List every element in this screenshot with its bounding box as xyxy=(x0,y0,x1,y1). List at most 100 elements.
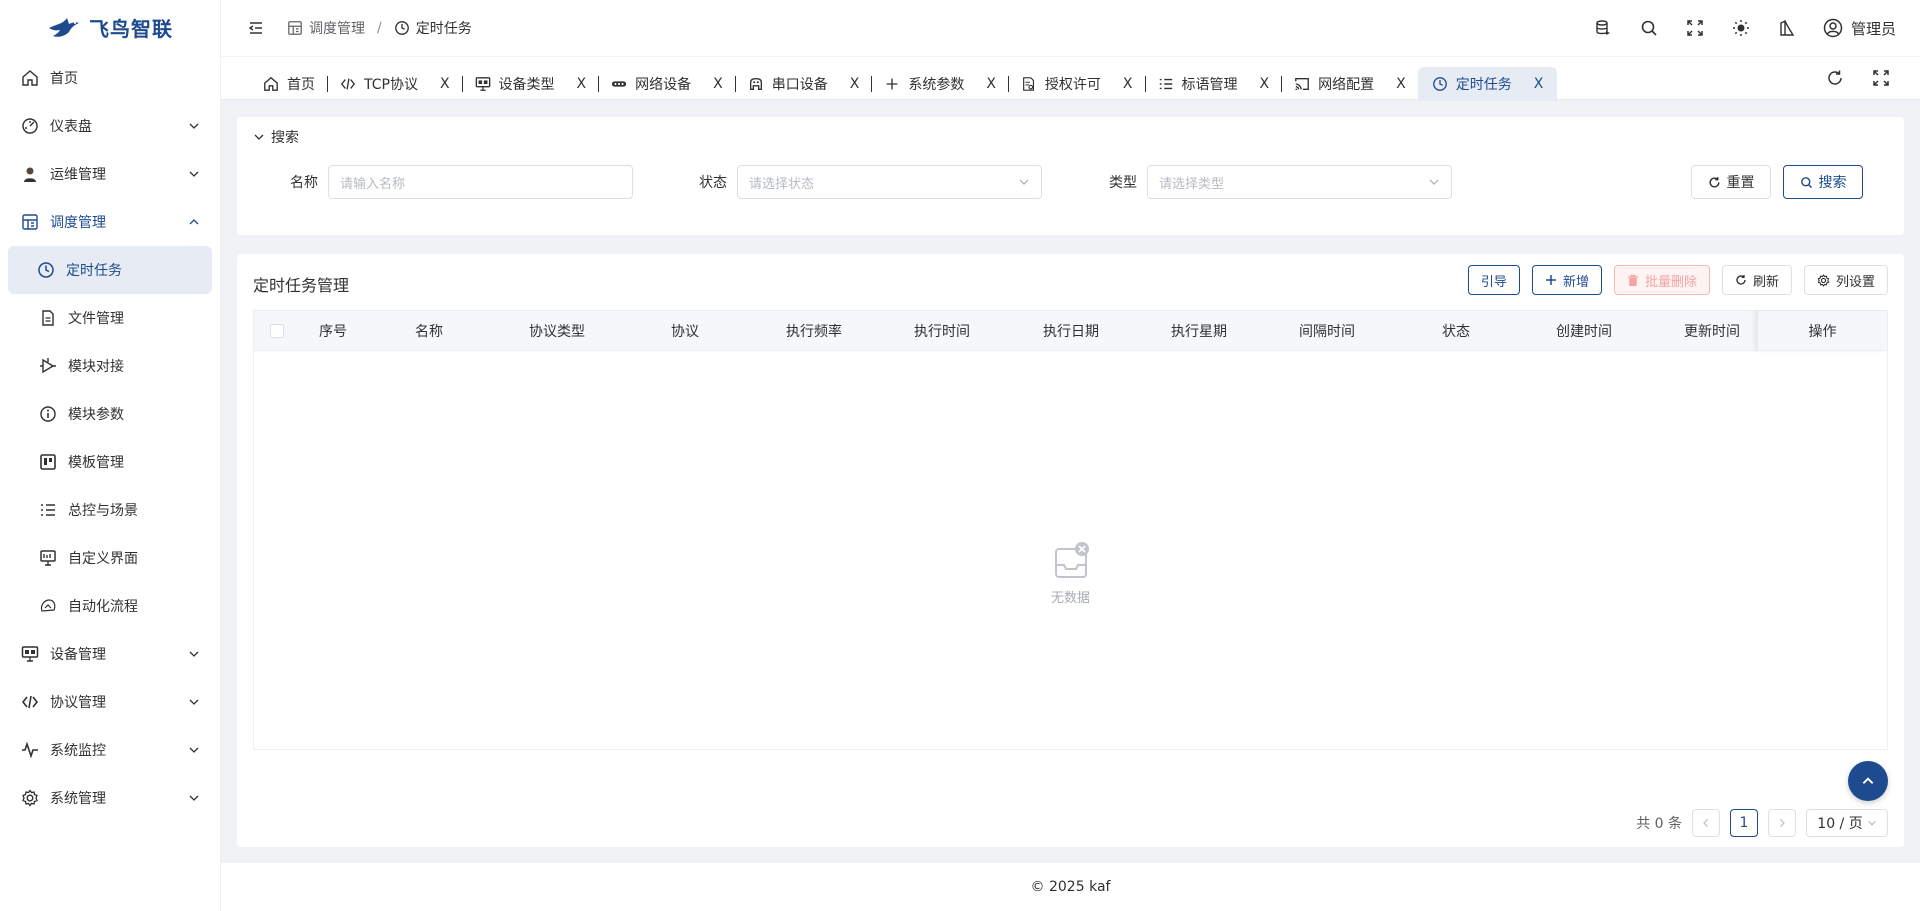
column-header[interactable]: 执行日期 xyxy=(1043,311,1099,351)
page-size-value: 10 / 页 xyxy=(1817,816,1863,832)
sidebar-item-label: 协议管理 xyxy=(50,695,106,711)
column-header[interactable]: 名称 xyxy=(415,311,443,351)
tab-license[interactable]: 授权许可 X xyxy=(1009,67,1145,101)
chevron-down-icon xyxy=(189,699,199,705)
type-select[interactable]: 请选择类型 xyxy=(1147,165,1452,199)
tab-device-type[interactable]: 设备类型 X xyxy=(463,67,599,101)
add-button[interactable]: 新增 xyxy=(1531,265,1602,295)
sidebar-item-scheduled-task[interactable]: 定时任务 xyxy=(8,246,212,294)
status-select[interactable]: 请选择状态 xyxy=(737,165,1042,199)
type-field: 类型 请选择类型 xyxy=(1109,165,1452,199)
page-number[interactable]: 1 xyxy=(1730,809,1758,837)
sidebar-item-module-params[interactable]: 模块参数 xyxy=(0,390,220,438)
sidebar-item-master-scene[interactable]: 总控与场景 xyxy=(0,486,220,534)
sidebar-item-monitor[interactable]: 系统监控 xyxy=(0,726,220,774)
sidebar-item-dashboard[interactable]: 仪表盘 xyxy=(0,102,220,150)
tab-label: 设备类型 xyxy=(498,77,555,93)
tab-home[interactable]: 首页 xyxy=(251,67,327,101)
tab-close-button[interactable]: X xyxy=(1260,76,1270,92)
sidebar-item-protocol[interactable]: 协议管理 xyxy=(0,678,220,726)
logo[interactable]: 飞鸟智联 xyxy=(0,0,220,54)
sidebar-item-device[interactable]: 设备管理 xyxy=(0,630,220,678)
tab-close-button[interactable]: X xyxy=(440,76,450,92)
column-header[interactable]: 协议 xyxy=(671,311,699,351)
select-all-checkbox[interactable] xyxy=(270,324,284,338)
tab-close-button[interactable]: X xyxy=(713,76,723,92)
sidebar-item-custom-ui[interactable]: 自定义界面 xyxy=(0,534,220,582)
tab-serial-device[interactable]: 串口设备 X xyxy=(736,67,872,101)
column-header[interactable]: 序号 xyxy=(319,311,347,351)
tab-scheduled-task[interactable]: 定时任务 X xyxy=(1417,67,1558,101)
sidebar-item-template[interactable]: 模板管理 xyxy=(0,438,220,486)
plus-icon xyxy=(1545,275,1556,285)
tab-label: 网络设备 xyxy=(635,77,692,93)
pulse-icon xyxy=(20,740,40,760)
column-header[interactable]: 执行星期 xyxy=(1171,311,1227,351)
maximize-icon[interactable] xyxy=(1872,69,1890,87)
sidebar-item-file[interactable]: 文件管理 xyxy=(0,294,220,342)
tabs-actions xyxy=(1826,69,1890,87)
collapse-menu-icon[interactable] xyxy=(247,19,265,37)
reset-button[interactable]: 重置 xyxy=(1691,165,1771,199)
page-size-select[interactable]: 10 / 页 xyxy=(1806,809,1888,837)
tab-network-config[interactable]: 网络配置 X xyxy=(1282,67,1418,101)
theme-icon[interactable] xyxy=(1777,18,1797,38)
tab-close-button[interactable]: X xyxy=(577,76,587,92)
name-input[interactable]: 请输入名称 xyxy=(328,165,633,199)
database-icon[interactable] xyxy=(1593,18,1613,38)
tab-system-params[interactable]: 系统参数 X xyxy=(872,67,1008,101)
sidebar-item-module-link[interactable]: 模块对接 xyxy=(0,342,220,390)
empty-box-icon xyxy=(1054,542,1089,578)
name-label: 名称 xyxy=(290,175,318,191)
task-table: 序号 名称 协议类型 协议 执行频率 执行时间 执行日期 执行星期 间隔时间 状… xyxy=(253,310,1888,750)
tab-close-button[interactable]: X xyxy=(986,76,996,92)
tab-close-button[interactable]: X xyxy=(1396,76,1406,92)
next-page-button[interactable] xyxy=(1768,809,1796,837)
column-settings-button[interactable]: 列设置 xyxy=(1803,265,1888,295)
guide-button[interactable]: 引导 xyxy=(1467,265,1520,295)
chevron-down-icon xyxy=(1429,179,1439,185)
column-header[interactable]: 执行频率 xyxy=(786,311,842,351)
tab-close-button[interactable]: X xyxy=(850,76,860,92)
refresh-icon[interactable] xyxy=(1826,69,1844,87)
batch-delete-button[interactable]: 批量删除 xyxy=(1613,265,1710,295)
device-icon xyxy=(475,76,491,92)
back-to-top-button[interactable] xyxy=(1848,761,1888,801)
sidebar-item-automation[interactable]: 自动化流程 xyxy=(0,582,220,630)
column-header[interactable]: 执行时间 xyxy=(914,311,970,351)
user-menu[interactable]: 管理员 xyxy=(1823,18,1896,39)
sidebar-item-ops[interactable]: 运维管理 xyxy=(0,150,220,198)
sidebar-item-schedule[interactable]: 调度管理 xyxy=(0,198,220,246)
monitor-icon xyxy=(38,548,58,568)
refresh-button[interactable]: 刷新 xyxy=(1721,265,1792,295)
tab-slogan[interactable]: 标语管理 X xyxy=(1146,67,1282,101)
column-header[interactable]: 状态 xyxy=(1442,311,1470,351)
sidebar-item-system[interactable]: 系统管理 xyxy=(0,774,220,822)
device-icon xyxy=(20,644,40,664)
sidebar-item-label: 总控与场景 xyxy=(68,503,138,519)
tab-network-device[interactable]: 网络设备 X xyxy=(599,67,735,101)
task-table-panel: 定时任务管理 引导 新增 批量删除 刷新 列设置 序号 名称 协议类型 协议 执… xyxy=(237,254,1904,847)
column-header[interactable]: 间隔时间 xyxy=(1299,311,1355,351)
column-header[interactable]: 创建时间 xyxy=(1556,311,1612,351)
column-header[interactable]: 协议类型 xyxy=(529,311,585,351)
empty-state: 无数据 xyxy=(254,541,1887,606)
fullscreen-icon[interactable] xyxy=(1685,18,1705,38)
chevron-down-icon xyxy=(189,747,199,753)
breadcrumb-item-schedule[interactable]: 调度管理 xyxy=(287,18,365,38)
search-icon[interactable] xyxy=(1639,18,1659,38)
search-button[interactable]: 搜索 xyxy=(1783,165,1863,199)
tab-close-button[interactable]: X xyxy=(1534,76,1544,92)
sidebar-item-home[interactable]: 首页 xyxy=(0,54,220,102)
column-header[interactable]: 更新时间 xyxy=(1684,311,1740,351)
tab-close-button[interactable]: X xyxy=(1123,76,1133,92)
tab-tcp[interactable]: TCP协议 X xyxy=(328,67,462,101)
sun-icon[interactable] xyxy=(1731,18,1751,38)
column-header-actions: 操作 xyxy=(1757,311,1887,351)
search-panel-toggle[interactable]: 搜索 xyxy=(253,127,299,147)
dashboard-icon xyxy=(20,116,40,136)
home-icon xyxy=(20,68,40,88)
sidebar-item-label: 模块对接 xyxy=(68,359,124,375)
prev-page-button[interactable] xyxy=(1692,809,1720,837)
select-all-checkbox-cell xyxy=(270,311,284,351)
